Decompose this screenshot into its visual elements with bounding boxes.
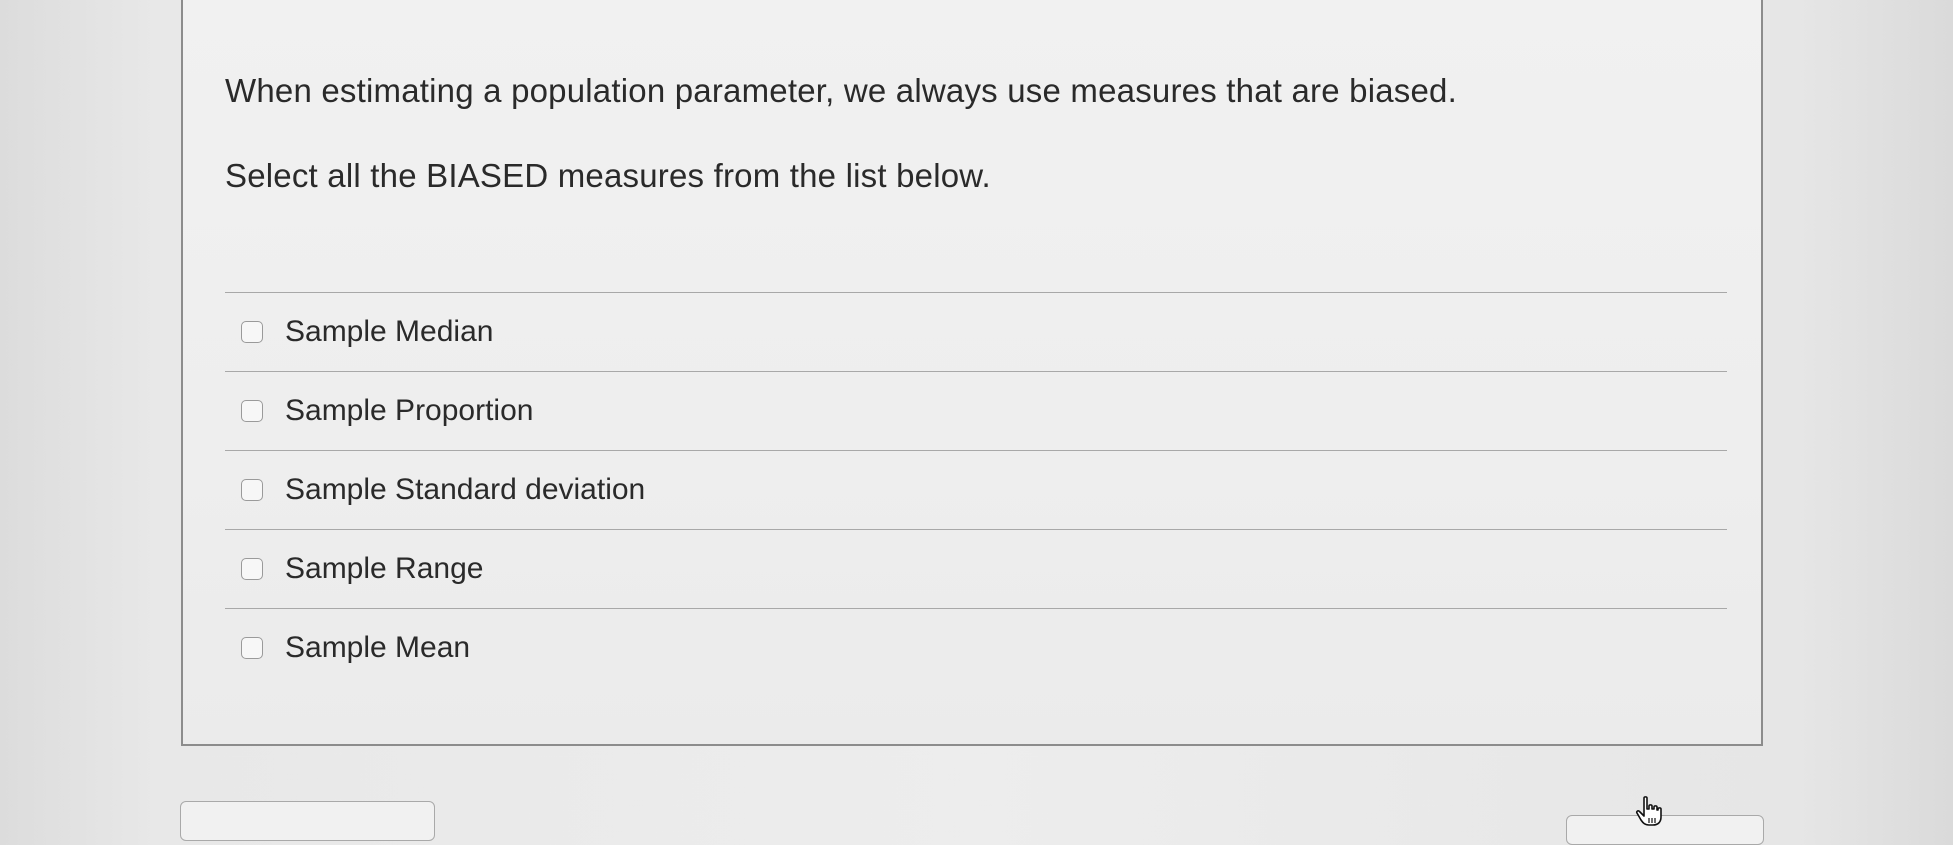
question-instruction: Select all the BIASED measures from the …: [225, 157, 991, 194]
option-label: Sample Range: [285, 552, 484, 585]
option-label: Sample Standard deviation: [285, 473, 646, 506]
option-label: Sample Mean: [285, 631, 471, 664]
question-text: When estimating a population parameter, …: [225, 72, 1457, 109]
checkbox[interactable]: [241, 400, 263, 422]
option-label: Sample Median: [285, 315, 494, 348]
checkbox[interactable]: [241, 479, 263, 501]
option-sample-median[interactable]: Sample Median: [225, 293, 1727, 371]
checkbox[interactable]: [241, 637, 263, 659]
question-card: When estimating a population parameter, …: [181, 0, 1763, 746]
option-sample-mean[interactable]: Sample Mean: [225, 609, 1727, 687]
option-sample-range[interactable]: Sample Range: [225, 530, 1727, 608]
previous-button[interactable]: [180, 801, 435, 841]
option-sample-proportion[interactable]: Sample Proportion: [225, 372, 1727, 450]
answer-options-list: Sample Median Sample Proportion Sample S…: [225, 292, 1727, 687]
option-label: Sample Proportion: [285, 394, 534, 427]
hand-pointer-icon: [1635, 796, 1662, 826]
checkbox[interactable]: [241, 321, 263, 343]
checkbox[interactable]: [241, 558, 263, 580]
option-sample-standard-deviation[interactable]: Sample Standard deviation: [225, 451, 1727, 529]
